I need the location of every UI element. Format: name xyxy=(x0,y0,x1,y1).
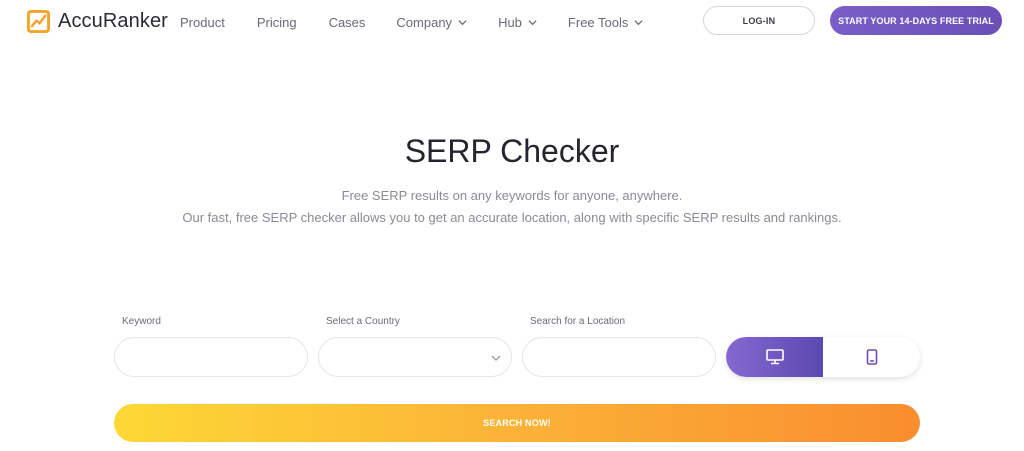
nav-item-label: Pricing xyxy=(256,15,297,30)
chevron-down-icon xyxy=(491,355,501,361)
brand-name: AccuRanker xyxy=(58,10,168,32)
site-header: AccuRanker Product Pricing Cases Company… xyxy=(0,0,1024,46)
nav-item-label: Cases xyxy=(328,15,366,30)
location-input[interactable] xyxy=(522,337,716,377)
nav-item-label: Free Tools xyxy=(567,15,629,30)
country-label: Select a Country xyxy=(326,316,400,327)
nav-item-hub[interactable]: Hub xyxy=(498,15,537,30)
login-button[interactable]: LOG-IN xyxy=(703,6,815,35)
chevron-down-icon xyxy=(634,20,643,26)
desktop-monitor-icon xyxy=(765,349,784,365)
nav-item-pricing[interactable]: Pricing xyxy=(257,15,297,30)
main-nav: Product Pricing Cases Company Hub Free T… xyxy=(180,15,643,30)
nav-item-label: Company xyxy=(396,15,453,30)
keyword-label: Keyword xyxy=(122,316,161,327)
page-subtitle-line2: Our fast, free SERP checker allows you t… xyxy=(182,210,842,225)
page-subtitle-line1: Free SERP results on any keywords for an… xyxy=(341,188,683,203)
nav-item-label: Product xyxy=(180,15,225,30)
page-title: SERP Checker xyxy=(404,133,620,169)
search-now-button[interactable]: SEARCH NOW! xyxy=(114,404,920,442)
nav-item-cases[interactable]: Cases xyxy=(329,15,366,30)
keyword-input[interactable] xyxy=(114,337,308,377)
nav-item-product[interactable]: Product xyxy=(180,15,225,30)
brand-logo[interactable]: AccuRanker xyxy=(27,10,168,33)
nav-item-company[interactable]: Company xyxy=(396,15,467,30)
desktop-device-button[interactable] xyxy=(726,337,823,377)
chevron-down-icon xyxy=(458,20,467,26)
accuranker-logo-icon xyxy=(27,10,50,33)
chevron-down-icon xyxy=(528,20,537,26)
location-label: Search for a Location xyxy=(530,316,626,327)
nav-item-free-tools[interactable]: Free Tools xyxy=(568,15,643,30)
mobile-device-button[interactable] xyxy=(823,337,920,377)
free-trial-button[interactable]: START YOUR 14-DAYS FREE TRIAL xyxy=(830,6,1002,35)
country-select[interactable] xyxy=(318,337,512,377)
device-toggle xyxy=(726,337,920,377)
nav-item-label: Hub xyxy=(498,15,522,30)
mobile-phone-icon xyxy=(866,349,877,365)
